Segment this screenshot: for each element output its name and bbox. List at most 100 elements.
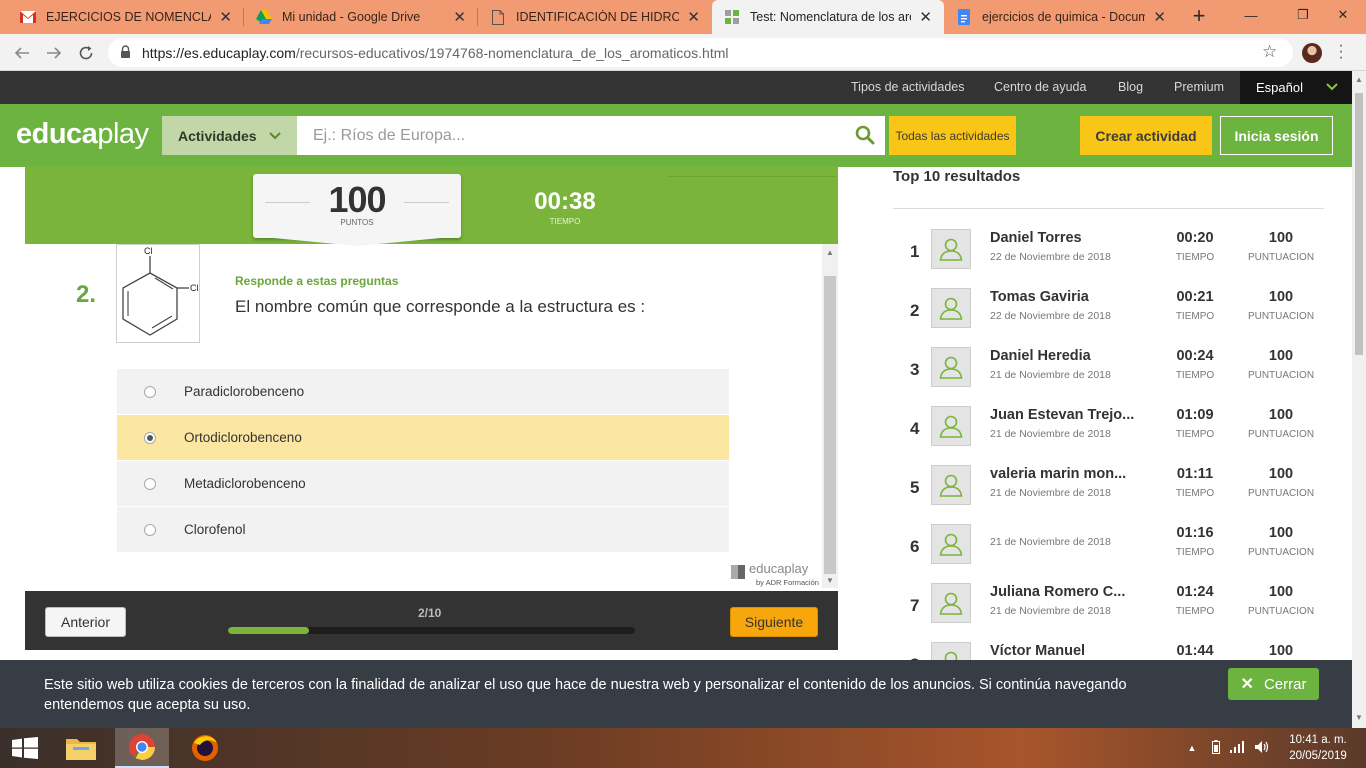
firefox-icon	[192, 735, 218, 761]
close-icon[interactable]: ✕	[687, 8, 700, 26]
crear-actividad-button[interactable]: Crear actividad	[1080, 116, 1212, 155]
answer-option[interactable]: Clorofenol	[117, 507, 729, 553]
volume-icon[interactable]	[1254, 740, 1270, 757]
bookmark-star-icon[interactable]: ☆	[1262, 42, 1277, 62]
previous-button[interactable]: Anterior	[45, 607, 126, 637]
radio-button[interactable]	[144, 478, 156, 490]
answer-option[interactable]: Paradiclorobenceno	[117, 369, 729, 415]
scroll-thumb[interactable]	[824, 276, 836, 574]
url-host: https://es.educaplay.com	[142, 44, 296, 61]
radio-button[interactable]	[144, 524, 156, 536]
leaderboard-score-label: PUNTUACION	[1247, 311, 1315, 322]
radio-button[interactable]	[144, 386, 156, 398]
taskbar-file-explorer[interactable]	[54, 728, 108, 768]
link-blog[interactable]: Blog	[1118, 71, 1143, 104]
cookie-close-label: Cerrar	[1263, 675, 1307, 693]
next-button[interactable]: Siguiente	[730, 607, 818, 637]
game-timer: 00:38 TIEMPO	[520, 188, 610, 226]
back-button[interactable]	[10, 41, 34, 65]
taskbar-chrome[interactable]	[115, 728, 169, 768]
browser-tab[interactable]: ejercicios de quimica - Docume ✕	[944, 0, 1178, 34]
battery-icon[interactable]	[1212, 739, 1220, 757]
close-icon[interactable]: ✕	[219, 8, 232, 26]
leaderboard-score: 100	[1268, 584, 1294, 600]
leaderboard-time-label: TIEMPO	[1175, 429, 1215, 440]
leaderboard-score-label: PUNTUACION	[1247, 370, 1315, 381]
profile-avatar[interactable]	[1302, 43, 1322, 63]
leaderboard-score: 100	[1268, 643, 1294, 659]
answer-option-selected[interactable]: Ortodiclorobenceno	[117, 415, 729, 461]
scroll-up-icon[interactable]: ▲	[1355, 75, 1363, 84]
tray-expand-icon[interactable]: ▲	[1184, 743, 1200, 753]
browser-tab[interactable]: Mi unidad - Google Drive ✕	[244, 0, 478, 34]
taskbar-clock[interactable]: 10:41 a. m. 20/05/2019	[1282, 732, 1354, 764]
todas-actividades-button[interactable]: Todas las actividades	[889, 116, 1016, 155]
minimize-button[interactable]: —	[1228, 0, 1274, 30]
cookie-close-button[interactable]: ✕ Cerrar	[1228, 668, 1319, 700]
game-scrollbar[interactable]: ▲ ▼	[822, 244, 838, 588]
search-icon[interactable]	[855, 125, 875, 145]
educaplay-logo[interactable]: educaplay	[16, 118, 149, 151]
leaderboard-time: 00:21	[1176, 289, 1214, 305]
gmail-icon	[20, 9, 36, 25]
arrow-right-icon	[47, 47, 62, 59]
search-input[interactable]: Ej.: Ríos de Europa...	[297, 116, 885, 155]
leaderboard-name: Juan Estevan Trejo...	[990, 407, 1135, 423]
leaderboard-date: 21 de Noviembre de 2018	[990, 605, 1111, 617]
address-bar[interactable]: https://es.educaplay.com/recursos-educat…	[108, 38, 1293, 67]
browser-toolbar: https://es.educaplay.com/recursos-educat…	[0, 34, 1366, 71]
leaderboard-row: 1 Daniel Torres 22 de Noviembre de 2018 00:…	[893, 229, 1333, 288]
link-centro-ayuda[interactable]: Centro de ayuda	[994, 71, 1086, 104]
browser-menu-icon[interactable]: · · ·	[1337, 38, 1345, 66]
forward-button[interactable]	[42, 41, 66, 65]
reload-button[interactable]	[74, 41, 98, 65]
user-avatar-icon	[931, 524, 971, 564]
logo-educa: educa	[16, 118, 98, 150]
chrome-icon	[128, 734, 155, 761]
system-tray: ▲	[1184, 728, 1270, 768]
leaderboard-time: 00:20	[1176, 230, 1214, 246]
tab-title: Test: Nomenclatura de los arom	[750, 10, 912, 24]
close-icon[interactable]: ✕	[1153, 8, 1166, 26]
scroll-up-icon[interactable]: ▲	[826, 248, 834, 257]
leaderboard-date: 22 de Noviembre de 2018	[990, 310, 1111, 322]
leaderboard-rank: 6	[910, 537, 920, 556]
link-premium[interactable]: Premium	[1174, 71, 1224, 104]
leaderboard-score-label: PUNTUACION	[1247, 252, 1315, 263]
answer-label: Clorofenol	[184, 522, 246, 537]
taskbar-firefox[interactable]	[178, 728, 232, 768]
close-icon[interactable]: ✕	[453, 8, 466, 26]
browser-tab[interactable]: IDENTIFICACIÓN DE HIDROCAR ✕	[478, 0, 712, 34]
start-button[interactable]	[0, 728, 50, 768]
document-icon	[490, 9, 506, 25]
iniciar-sesion-button[interactable]: Inicia sesión	[1220, 116, 1333, 155]
close-icon[interactable]: ✕	[919, 8, 932, 26]
actividades-dropdown[interactable]: Actividades	[162, 116, 297, 155]
signal-icon[interactable]	[1230, 740, 1244, 756]
window-close-button[interactable]: ✕	[1320, 0, 1366, 30]
answer-label: Metadiclorobenceno	[184, 476, 306, 491]
scroll-down-icon[interactable]: ▼	[1355, 713, 1363, 722]
browser-tab-strip: EJERCICIOS DE NOMENCLATUR ✕ Mi unidad - …	[0, 0, 1366, 34]
new-tab-button[interactable]: +	[1186, 4, 1212, 30]
leaderboard-time-label: TIEMPO	[1175, 311, 1215, 322]
answer-option[interactable]: Metadiclorobenceno	[117, 461, 729, 507]
radio-button-checked[interactable]	[144, 432, 156, 444]
tab-title: Mi unidad - Google Drive	[282, 10, 421, 24]
language-selector[interactable]: Español	[1240, 71, 1352, 104]
progress-label: 2/10	[418, 606, 442, 620]
timer-value: 00:38	[534, 188, 596, 215]
clock-time: 10:41 a. m.	[1289, 734, 1347, 746]
scroll-down-icon[interactable]: ▼	[826, 576, 834, 585]
drive-icon	[256, 9, 272, 25]
logo-play: play	[97, 118, 149, 150]
link-tipos-actividades[interactable]: Tipos de actividades	[851, 71, 965, 104]
browser-tab[interactable]: EJERCICIOS DE NOMENCLATUR ✕	[8, 0, 244, 34]
answer-label: Ortodiclorobenceno	[184, 430, 302, 445]
question-text: El nombre común que corresponde a la est…	[235, 297, 646, 316]
page-scrollbar[interactable]: ▲ ▼	[1352, 71, 1366, 728]
browser-tab-active[interactable]: Test: Nomenclatura de los arom ✕	[712, 0, 944, 34]
educaplay-icon	[724, 9, 740, 25]
question-image-dichlorobenzene[interactable]: Cl Cl	[116, 244, 200, 343]
scroll-thumb[interactable]	[1355, 93, 1363, 355]
